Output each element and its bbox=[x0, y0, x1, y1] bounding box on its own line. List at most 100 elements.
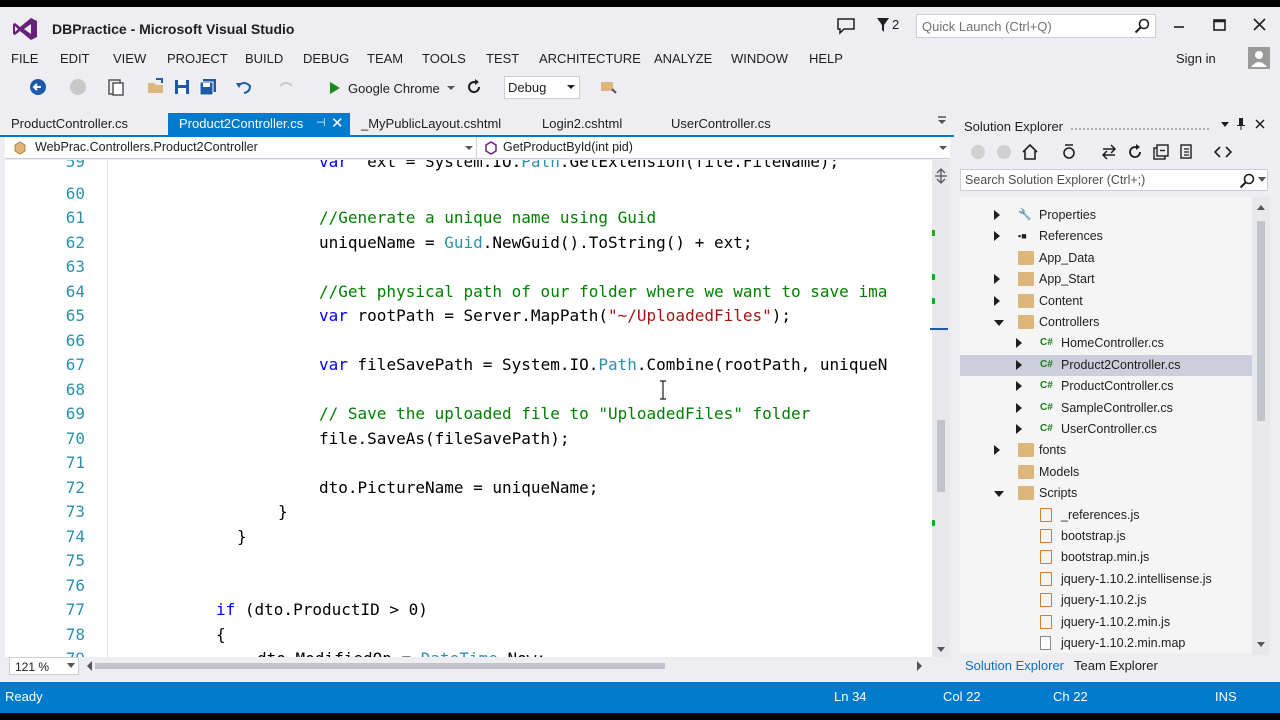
solution-configuration-select[interactable]: Debug bbox=[504, 76, 580, 99]
expand-arrow-icon[interactable] bbox=[1016, 338, 1022, 349]
member-dropdown[interactable]: GetProductById(int pid) bbox=[479, 137, 949, 159]
save-all-icon[interactable] bbox=[198, 77, 218, 97]
tree-item-app-data[interactable]: App_Data bbox=[960, 248, 1252, 269]
navigate-back-icon[interactable] bbox=[28, 77, 48, 97]
navigate-forward-icon[interactable] bbox=[68, 77, 88, 97]
expand-arrow-icon[interactable] bbox=[1016, 424, 1022, 434]
sync-with-document-icon[interactable] bbox=[1100, 143, 1118, 161]
expand-arrow-icon[interactable] bbox=[1016, 402, 1022, 413]
menu-debug[interactable]: DEBUG bbox=[303, 51, 349, 66]
scroll-left-icon[interactable] bbox=[87, 661, 93, 671]
code-line[interactable]: { bbox=[216, 625, 226, 644]
solution-explorer-search[interactable] bbox=[960, 169, 1268, 191]
tree-item-properties[interactable]: 🔧 Properties bbox=[960, 205, 1252, 226]
refresh-icon[interactable] bbox=[464, 77, 484, 97]
tree-item-usercontroller-cs[interactable]: C# UserController.cs bbox=[960, 419, 1252, 440]
quick-launch-input[interactable] bbox=[917, 15, 1127, 37]
tab-productcontroller[interactable]: ProductController.cs bbox=[0, 113, 139, 135]
menu-architecture[interactable]: ARCHITECTURE bbox=[539, 51, 641, 66]
search-icon[interactable] bbox=[1239, 173, 1255, 189]
close-tab-icon[interactable]: ✕ bbox=[331, 114, 344, 132]
code-line[interactable]: //Get physical path of our folder where … bbox=[319, 282, 887, 301]
maximize-icon[interactable] bbox=[1210, 15, 1230, 35]
close-panel-icon[interactable] bbox=[1254, 118, 1266, 130]
close-icon[interactable] bbox=[1250, 15, 1270, 35]
panel-grip[interactable] bbox=[1070, 127, 1210, 131]
tree-item-homecontroller-cs[interactable]: C# HomeController.cs bbox=[960, 333, 1252, 354]
tab-solution-explorer[interactable]: Solution Explorer bbox=[965, 658, 1064, 673]
tab-team-explorer[interactable]: Team Explorer bbox=[1074, 658, 1158, 673]
expand-arrow-icon[interactable] bbox=[994, 210, 1000, 220]
menu-edit[interactable]: EDIT bbox=[60, 51, 90, 66]
tree-item-app-start[interactable]: App_Start bbox=[960, 269, 1252, 290]
notification-count[interactable]: 2 bbox=[892, 17, 899, 32]
panel-options-icon[interactable] bbox=[1220, 119, 1230, 129]
open-file-icon[interactable] bbox=[146, 77, 166, 97]
tree-item-references[interactable]: ▪■ References bbox=[960, 226, 1252, 247]
editor-vertical-scrollbar[interactable] bbox=[930, 160, 950, 657]
home-icon[interactable] bbox=[1021, 143, 1039, 161]
scrollbar-thumb[interactable] bbox=[1257, 221, 1265, 421]
menu-help[interactable]: HELP bbox=[809, 51, 843, 66]
split-window-icon[interactable] bbox=[934, 168, 948, 184]
new-project-icon[interactable] bbox=[106, 77, 126, 97]
notification-flag-icon[interactable] bbox=[876, 17, 890, 33]
code-line[interactable]: dto.ModifiedOn = DateTime.Now; bbox=[257, 649, 546, 657]
forward-icon[interactable] bbox=[996, 144, 1012, 160]
expand-arrow-icon[interactable] bbox=[994, 231, 1000, 242]
solution-explorer-search-input[interactable] bbox=[961, 170, 1231, 190]
menu-build[interactable]: BUILD bbox=[245, 51, 283, 66]
class-dropdown[interactable]: WebPrac.Controllers.Product2Controller bbox=[5, 137, 477, 159]
tree-item-content[interactable]: Content bbox=[960, 291, 1252, 312]
collapse-all-icon[interactable] bbox=[1152, 143, 1170, 161]
tree-item-jquery-1-10-2-min-map[interactable]: jquery-1.10.2.min.map bbox=[960, 633, 1252, 653]
start-debugging-button[interactable]: Google Chrome bbox=[328, 77, 456, 99]
tree-item-controllers[interactable]: Controllers bbox=[960, 312, 1252, 333]
pending-changes-filter-icon[interactable] bbox=[1060, 143, 1078, 161]
code-line[interactable]: } bbox=[278, 502, 288, 521]
scroll-right-icon[interactable] bbox=[917, 661, 923, 671]
code-line[interactable]: var fileSavePath = System.IO.Path.Combin… bbox=[319, 355, 887, 374]
tree-item-fonts[interactable]: fonts bbox=[960, 440, 1252, 461]
expand-arrow-icon[interactable] bbox=[1016, 381, 1022, 392]
tab-list-dropdown-icon[interactable] bbox=[936, 113, 948, 127]
code-line[interactable]: // Save the uploaded file to "UploadedFi… bbox=[319, 404, 810, 423]
tree-item-bootstrap-min-js[interactable]: bootstrap.min.js bbox=[960, 547, 1252, 568]
sign-in-link[interactable]: Sign in bbox=[1176, 51, 1216, 66]
code-line[interactable]: var ext = System.IO.Path.GetExtension(fi… bbox=[319, 160, 839, 171]
tree-item-product2controller-cs[interactable]: C# Product2Controller.cs bbox=[960, 354, 1252, 376]
menu-view[interactable]: VIEW bbox=[113, 51, 146, 66]
tree-item-references-js[interactable]: _references.js bbox=[960, 505, 1252, 526]
code-editor[interactable]: 59 60 61 62 63 64 65 66 67 68 69 70 71 7… bbox=[5, 160, 932, 657]
menu-test[interactable]: TEST bbox=[486, 51, 519, 66]
tree-item-samplecontroller-cs[interactable]: C# SampleController.cs bbox=[960, 398, 1252, 419]
menu-tools[interactable]: TOOLS bbox=[422, 51, 466, 66]
minimize-icon[interactable] bbox=[1170, 15, 1190, 35]
tree-item-jquery-1-10-2-min-js[interactable]: jquery-1.10.2.min.js bbox=[960, 612, 1252, 633]
redo-icon[interactable] bbox=[276, 77, 296, 97]
tree-item-productcontroller-cs[interactable]: C# ProductController.cs bbox=[960, 376, 1252, 397]
tree-item-models[interactable]: Models bbox=[960, 462, 1252, 483]
code-line[interactable]: var rootPath = Server.MapPath("~/Uploade… bbox=[319, 306, 791, 325]
tab-login2[interactable]: Login2.cshtml bbox=[531, 113, 633, 135]
tab-mypubliclayout[interactable]: _MyPublicLayout.cshtml bbox=[350, 113, 512, 135]
chevron-down-icon[interactable] bbox=[1258, 177, 1266, 183]
tree-item-bootstrap-js[interactable]: bootstrap.js bbox=[960, 526, 1252, 547]
collapse-arrow-icon[interactable] bbox=[994, 320, 1004, 326]
code-line[interactable]: uniqueName = Guid.NewGuid().ToString() +… bbox=[319, 233, 752, 252]
expand-arrow-icon[interactable] bbox=[994, 274, 1000, 285]
tab-usercontroller[interactable]: UserController.cs bbox=[660, 113, 782, 135]
code-line[interactable]: dto.PictureName = uniqueName; bbox=[319, 478, 598, 497]
expand-arrow-icon[interactable] bbox=[994, 295, 1000, 306]
scroll-down-icon[interactable] bbox=[1256, 641, 1266, 649]
feedback-icon[interactable] bbox=[836, 17, 856, 35]
zoom-level-select[interactable]: 121 % bbox=[9, 657, 79, 675]
pin-tab-icon[interactable]: ⊣ bbox=[316, 116, 326, 129]
quick-launch-box[interactable] bbox=[916, 14, 1156, 38]
horizontal-scrollbar-thumb[interactable] bbox=[95, 663, 665, 669]
solution-explorer-scrollbar[interactable] bbox=[1252, 197, 1270, 655]
pin-icon[interactable] bbox=[1236, 117, 1246, 131]
menu-file[interactable]: FILE bbox=[11, 51, 38, 66]
back-icon[interactable] bbox=[970, 144, 986, 160]
menu-window[interactable]: WINDOW bbox=[731, 51, 788, 66]
